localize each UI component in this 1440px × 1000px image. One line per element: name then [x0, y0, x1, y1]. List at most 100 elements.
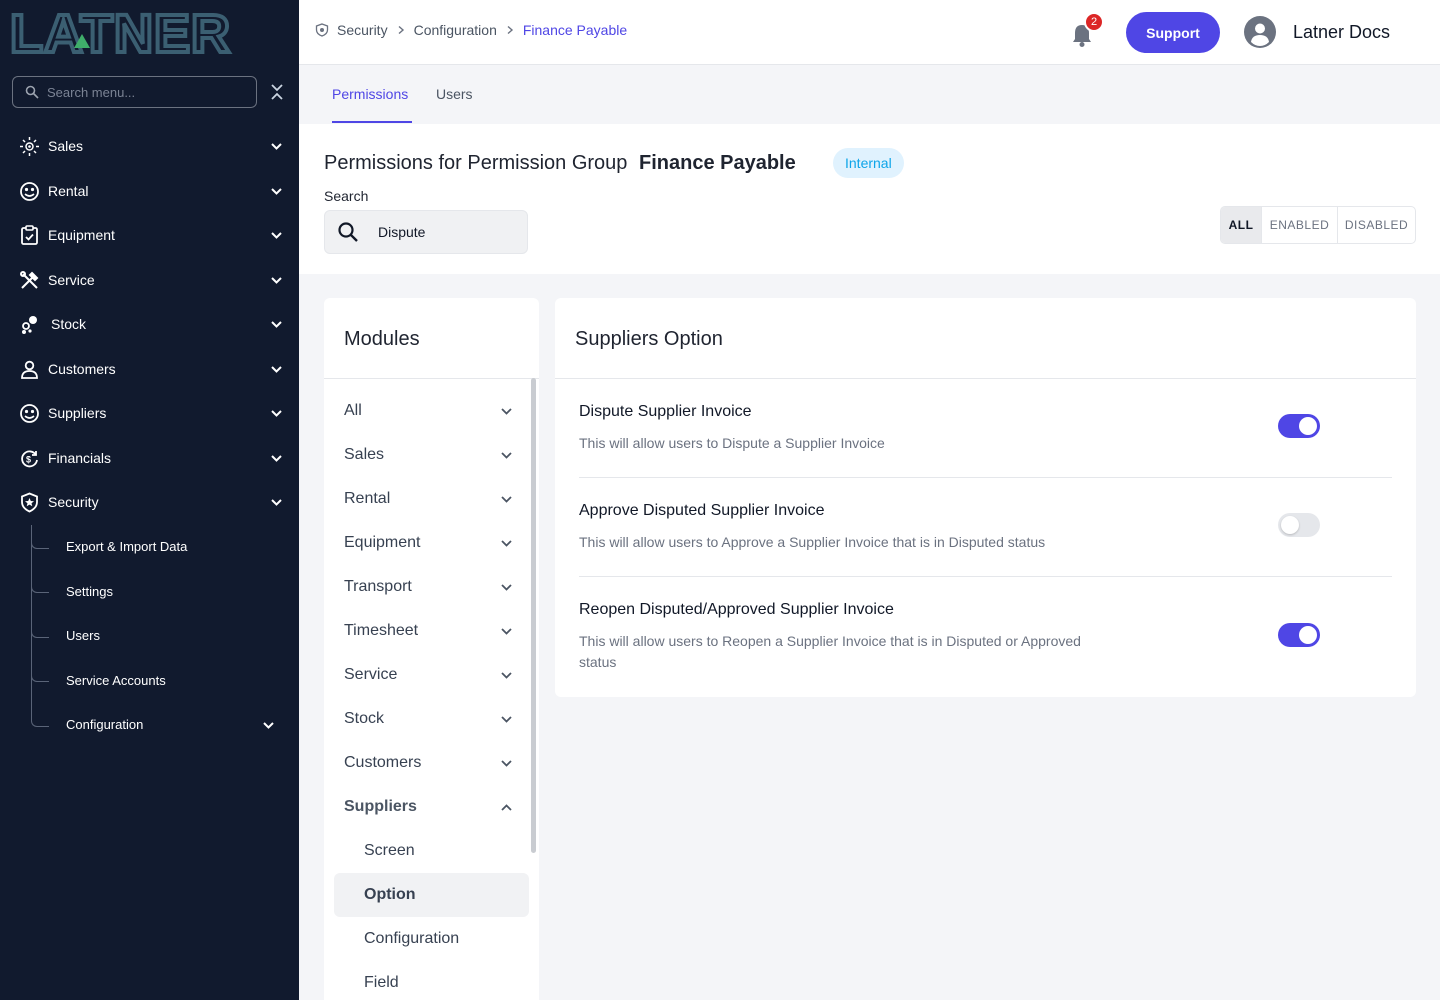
module-label: Suppliers — [344, 798, 417, 815]
permission-toggle-approve-disputed[interactable] — [1278, 513, 1320, 537]
filter-enabled[interactable]: ENABLED — [1261, 207, 1337, 243]
sidebar-subitem-settings[interactable]: Settings — [0, 569, 299, 614]
sidebar-item-label: Financials — [48, 449, 112, 466]
security-submenu: Export & Import Data Settings Users Serv… — [0, 524, 299, 748]
chevron-down-icon — [501, 716, 512, 723]
sidebar-item-label: Security — [48, 494, 99, 511]
support-button[interactable]: Support — [1126, 12, 1220, 53]
sidebar-item-customers[interactable]: Customers — [0, 347, 299, 392]
toggle-knob — [1281, 516, 1299, 534]
toggle-knob — [1299, 417, 1317, 435]
sidebar-nav: Sales Rental Equipment Service Stock Cus… — [0, 124, 299, 747]
chevron-up-icon — [501, 804, 512, 811]
divider — [324, 378, 539, 379]
sidebar: LATNER Sales Rental Equipment Service — [0, 0, 299, 1000]
sidebar-item-label: Sales — [48, 138, 84, 155]
sidebar-item-equipment[interactable]: Equipment — [0, 213, 299, 258]
rental-icon — [20, 181, 39, 201]
permission-toggle-dispute[interactable] — [1278, 414, 1320, 438]
chevron-down-icon — [271, 365, 282, 373]
chevron-down-icon — [271, 499, 282, 506]
permission-toggle-reopen[interactable] — [1278, 623, 1320, 647]
sidebar-item-label: Service — [48, 271, 95, 288]
module-label: All — [344, 402, 362, 419]
toggle-knob — [1299, 626, 1317, 644]
chevron-down-icon — [501, 496, 512, 503]
logo-text: LATNER — [10, 8, 231, 56]
modules-scrollbar[interactable] — [531, 378, 536, 853]
module-stock[interactable]: Stock — [324, 697, 529, 741]
sidebar-subitem-label: Export & Import Data — [66, 539, 188, 555]
permission-row: Reopen Disputed/Approved Supplier Invoic… — [579, 601, 1392, 673]
permission-description: This will allow users to Approve a Suppl… — [579, 534, 1046, 550]
avatar[interactable] — [1244, 16, 1276, 48]
permission-description: This will allow users to Dispute a Suppl… — [579, 435, 885, 451]
module-suppliers[interactable]: Suppliers — [324, 785, 529, 829]
sidebar-item-suppliers[interactable]: Suppliers — [0, 391, 299, 436]
module-label: Sales — [344, 446, 385, 463]
page-title-prefix: Permissions for Permission Group — [324, 152, 628, 174]
breadcrumb-configuration[interactable]: Configuration — [414, 22, 497, 38]
module-suppliers-screen[interactable]: Screen — [324, 829, 529, 873]
modules-list: All Sales Rental Equipment Transport Tim… — [324, 389, 529, 1000]
sidebar-subitem-configuration[interactable]: Configuration — [0, 702, 299, 748]
module-sales[interactable]: Sales — [324, 433, 529, 477]
breadcrumb: Security Configuration Finance Payable — [315, 22, 627, 38]
module-label: Equipment — [344, 534, 421, 551]
chevron-down-icon — [271, 276, 282, 284]
sidebar-item-financials[interactable]: $ Financials — [0, 436, 299, 481]
suppliers-icon — [20, 404, 39, 423]
notification-badge: 2 — [1084, 12, 1104, 32]
tab-users[interactable]: Users — [436, 86, 473, 102]
tab-permissions[interactable]: Permissions — [332, 86, 408, 102]
module-label: Service — [344, 666, 398, 683]
sidebar-subitem-users[interactable]: Users — [0, 613, 299, 658]
title-panel: Permissions for Permission Group Finance… — [299, 124, 1440, 274]
chevron-down-icon — [501, 760, 512, 767]
sidebar-item-sales[interactable]: Sales — [0, 124, 299, 169]
module-service[interactable]: Service — [324, 653, 529, 697]
module-label: Rental — [344, 490, 391, 507]
sidebar-subitem-export-import[interactable]: Export & Import Data — [0, 524, 299, 569]
sidebar-subitem-label: Configuration — [66, 717, 144, 733]
chevron-down-icon — [271, 232, 282, 239]
tree-branch — [31, 524, 49, 549]
filter-disabled[interactable]: DISABLED — [1337, 207, 1415, 243]
sidebar-search-input[interactable] — [47, 84, 237, 100]
modules-title: Modules — [344, 328, 420, 350]
permission-row: Approve Disputed Supplier Invoice This w… — [579, 502, 1392, 553]
financials-icon: $ — [21, 450, 38, 467]
sidebar-item-label: Equipment — [48, 227, 115, 244]
breadcrumb-finance-payable[interactable]: Finance Payable — [523, 22, 627, 38]
user-name[interactable]: Latner Docs — [1293, 22, 1390, 43]
sidebar-item-security[interactable]: Security — [0, 480, 299, 525]
sidebar-item-stock[interactable]: Stock — [0, 302, 299, 347]
module-suppliers-option[interactable]: Option — [334, 873, 529, 917]
page-title: Permissions for Permission Group Finance… — [324, 152, 796, 175]
module-customers[interactable]: Customers — [324, 741, 529, 785]
options-title: Suppliers Option — [575, 328, 723, 350]
module-suppliers-field[interactable]: Field — [324, 961, 529, 1000]
permission-search[interactable] — [324, 210, 528, 254]
module-suppliers-configuration[interactable]: Configuration — [324, 917, 529, 961]
sidebar-item-rental[interactable]: Rental — [0, 169, 299, 214]
chevron-right-icon — [398, 25, 404, 35]
chevron-down-icon — [271, 454, 282, 462]
module-rental[interactable]: Rental — [324, 477, 529, 521]
sidebar-subitem-service-accounts[interactable]: Service Accounts — [0, 658, 299, 703]
sidebar-item-service[interactable]: Service — [0, 258, 299, 303]
shield-icon — [315, 23, 329, 37]
breadcrumb-security[interactable]: Security — [337, 22, 388, 38]
sidebar-subitem-label: Service Accounts — [66, 672, 166, 688]
module-label: Customers — [344, 754, 422, 771]
module-transport[interactable]: Transport — [324, 565, 529, 609]
latner-logo[interactable]: LATNER — [10, 8, 280, 56]
permission-search-input[interactable] — [378, 224, 518, 240]
collapse-sidebar-icon[interactable] — [268, 82, 286, 102]
sidebar-search[interactable] — [12, 76, 257, 108]
module-all[interactable]: All — [324, 389, 529, 433]
module-timesheet[interactable]: Timesheet — [324, 609, 529, 653]
chevron-down-icon — [501, 452, 512, 459]
module-equipment[interactable]: Equipment — [324, 521, 529, 565]
filter-all[interactable]: ALL — [1221, 207, 1261, 243]
